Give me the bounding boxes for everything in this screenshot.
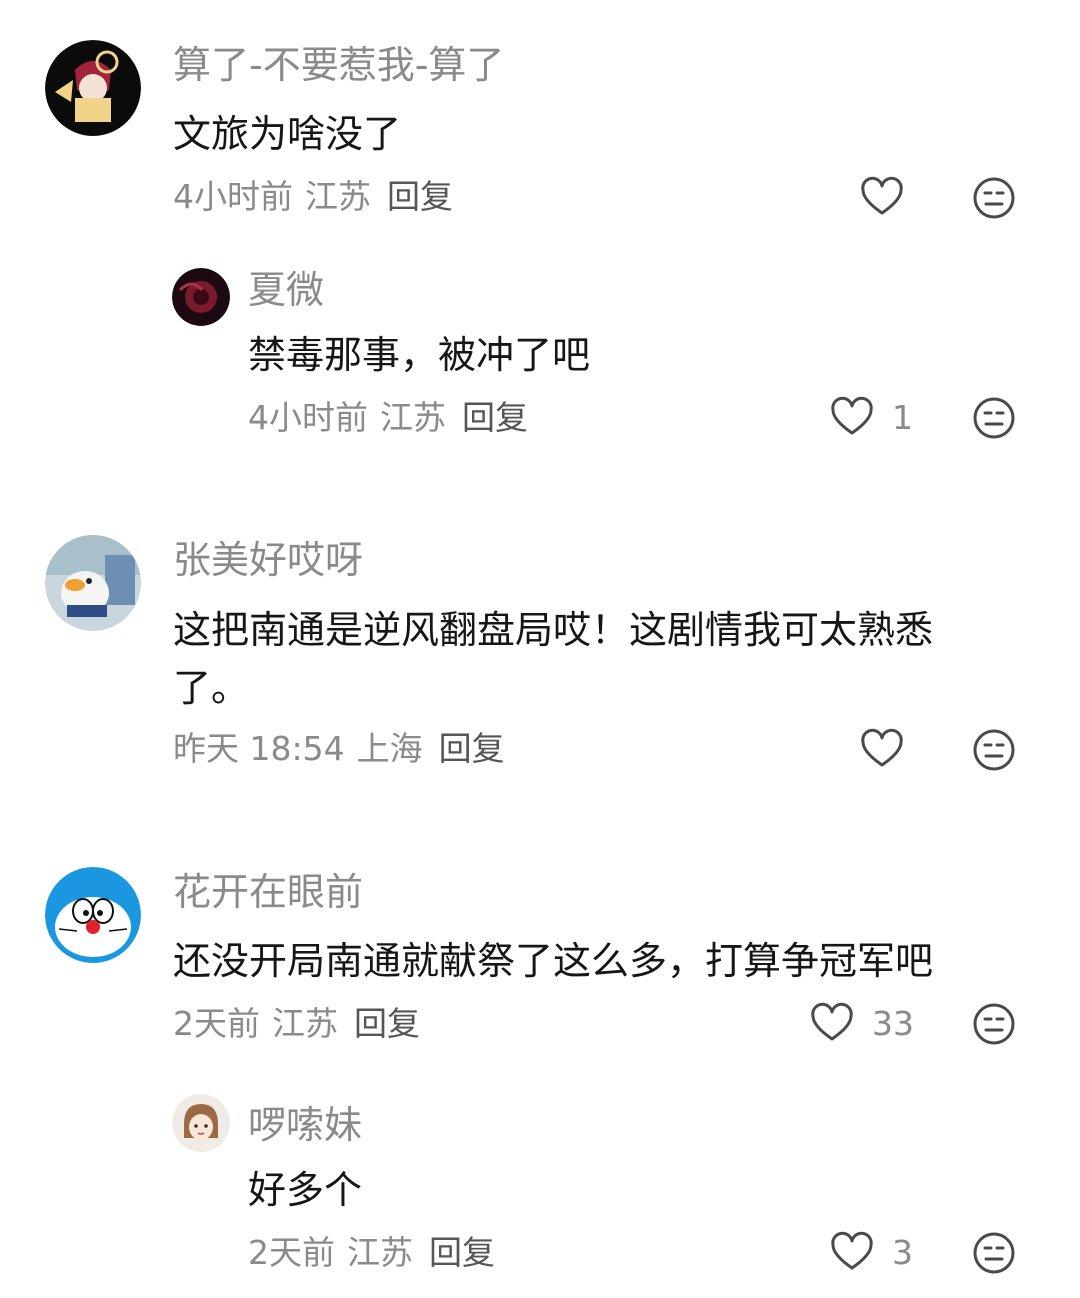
heart-icon [811,1002,853,1041]
like-button[interactable]: 3 [830,1231,913,1275]
dislike-button[interactable] [972,728,1016,772]
location: 江苏 [347,1233,413,1272]
username[interactable]: 夏微 [248,268,324,312]
reply-button[interactable]: 回复 [429,1233,495,1272]
comment-text: 这把南通是逆风翻盘局哎！这剧情我可太熟悉 [173,608,934,652]
heart-icon [831,1231,873,1270]
comment-text-line-2: 了。 [173,666,250,710]
comment-list: 算了-不要惹我-算了 文旅为啥没了 4小时前 江苏 回复 夏微 禁毒那事，被冲了吧 … [0,0,1080,1298]
location: 江苏 [380,398,446,437]
comment-meta: 2天前 江苏 回复 [173,1004,420,1044]
like-button[interactable]: 33 [810,1002,914,1046]
comment-text: 文旅为啥没了 [173,112,402,156]
comment-text: 好多个 [248,1168,363,1212]
comment-meta: 4小时前 江苏 回复 [173,177,453,217]
avatar[interactable] [45,867,141,963]
timestamp: 2天前 [173,1004,260,1043]
avatar[interactable] [45,40,141,136]
neutral-face-icon [973,177,1015,219]
avatar[interactable] [45,535,141,631]
timestamp: 4小时前 [173,177,293,216]
dislike-button[interactable] [972,1002,1016,1046]
like-count: 1 [892,398,913,437]
comment-meta: 2天前 江苏 回复 [248,1233,495,1273]
reply-button[interactable]: 回复 [462,398,528,437]
dislike-button[interactable] [972,396,1016,440]
location: 江苏 [272,1004,338,1043]
timestamp: 昨天 18:54 [173,729,345,768]
reply-button[interactable]: 回复 [439,729,505,768]
neutral-face-icon [973,1003,1015,1045]
reply-button[interactable]: 回复 [387,177,453,216]
username[interactable]: 张美好哎呀 [173,538,363,582]
like-button[interactable] [860,728,904,772]
dislike-button[interactable] [972,176,1016,220]
like-button[interactable]: 1 [830,396,913,440]
username[interactable]: 算了-不要惹我-算了 [173,43,504,87]
timestamp: 2天前 [248,1233,335,1272]
avatar[interactable] [172,1094,230,1152]
username[interactable]: 花开在眼前 [173,870,363,914]
username[interactable]: 啰嗦妹 [248,1103,362,1147]
reply-button[interactable]: 回复 [354,1004,420,1043]
comment-meta: 昨天 18:54 上海 回复 [173,729,505,769]
comment-meta: 4小时前 江苏 回复 [248,398,528,438]
location: 上海 [356,729,423,768]
avatar[interactable] [172,268,230,326]
like-button[interactable] [860,176,904,220]
heart-icon [831,396,873,435]
comment-text: 还没开局南通就献祭了这么多，打算争冠军吧 [173,939,934,983]
dislike-button[interactable] [972,1231,1016,1275]
like-count: 33 [872,1004,914,1043]
neutral-face-icon [973,1232,1015,1274]
location: 江苏 [305,177,371,216]
neutral-face-icon [973,729,1015,771]
heart-icon [861,728,903,767]
like-count: 3 [892,1233,913,1272]
heart-icon [861,176,903,215]
neutral-face-icon [973,397,1015,439]
comment-text: 禁毒那事，被冲了吧 [248,333,591,377]
timestamp: 4小时前 [248,398,368,437]
